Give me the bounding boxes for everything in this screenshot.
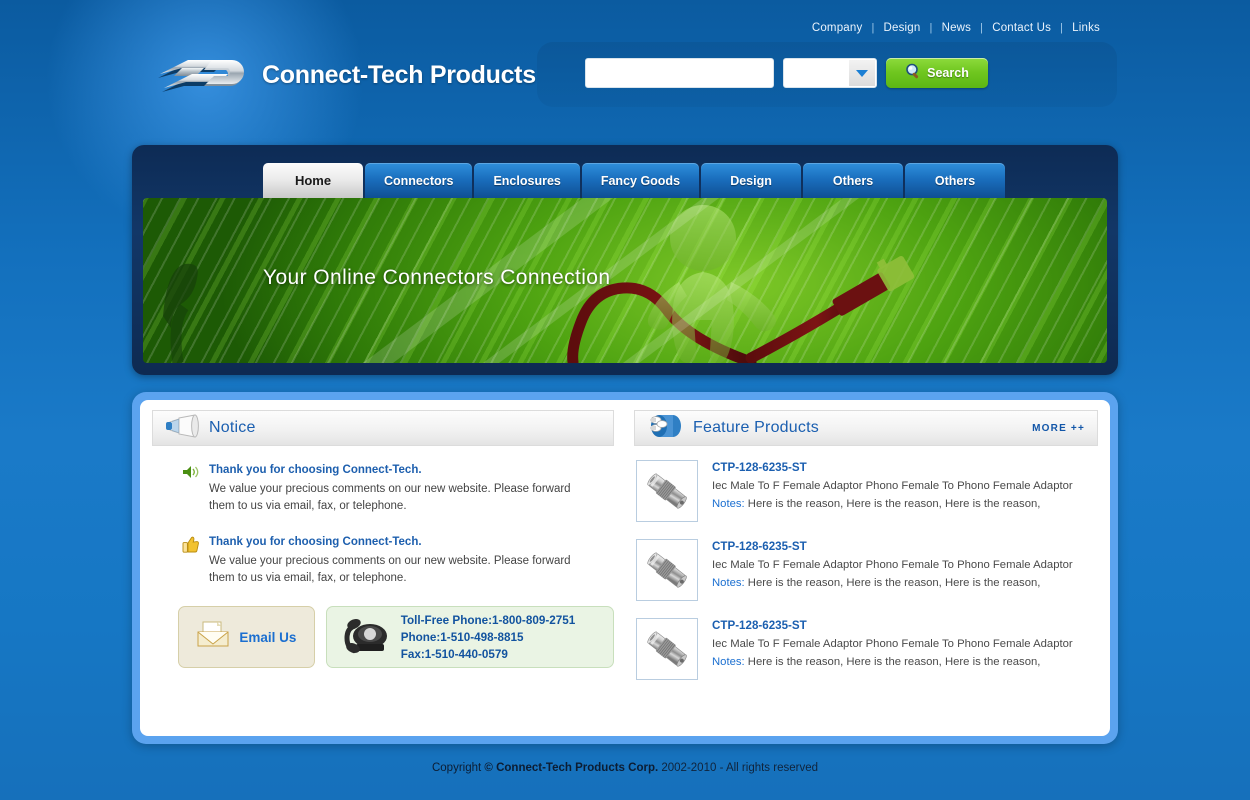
- product-info: CTP-128-6235-ST Iec Male To F Female Adap…: [712, 460, 1073, 522]
- product-info: CTP-128-6235-ST Iec Male To F Female Adap…: [712, 539, 1073, 601]
- envelope-icon: [196, 621, 230, 653]
- notice-panel-title: Notice: [209, 419, 256, 436]
- product-description: Iec Male To F Female Adaptor Phono Femal…: [712, 638, 1073, 650]
- product-name[interactable]: CTP-128-6235-ST: [712, 619, 1073, 632]
- top-nav: Company | Design | News | Contact Us | Links: [812, 22, 1100, 34]
- product-notes-label: Notes:: [712, 498, 748, 510]
- product-notes-label: Notes:: [712, 656, 748, 668]
- banner-title: Your Online Connectors Connection: [263, 266, 611, 289]
- contact-row: Email Us Toll-Free Phone:1-800-809-2751 …: [152, 606, 614, 668]
- product-info: CTP-128-6235-ST Iec Male To F Female Adap…: [712, 618, 1073, 680]
- main-nav-tabs: Home Connectors Enclosures Fancy Goods Desig…: [263, 163, 1006, 198]
- notice-panel-header: Notice: [152, 410, 614, 446]
- search-panel: Search: [537, 42, 1117, 107]
- content-panel: Notice Thank you for choosing Connect-Te…: [132, 392, 1118, 744]
- footer-years: 2002-2010 - All rights reserved: [661, 762, 818, 774]
- tab-enclosures[interactable]: Enclosures: [474, 163, 580, 198]
- product-list: CTP-128-6235-ST Iec Male To F Female Adap…: [634, 460, 1098, 680]
- nav-banner-panel: Home Connectors Enclosures Fancy Goods Desig…: [132, 145, 1118, 375]
- product-description: Iec Male To F Female Adaptor Phono Femal…: [712, 559, 1073, 571]
- feature-panel-title: Feature Products: [693, 419, 819, 436]
- fax-number: Fax:1-510-440-0579: [400, 647, 508, 661]
- toll-free-phone: Toll-Free Phone:1-800-809-2751: [400, 613, 576, 627]
- notice-list: Thank you for choosing Connect-Tech. We v…: [152, 462, 614, 587]
- logo-text: Connect-Tech Products: [262, 60, 536, 89]
- product-notes: Notes: Here is the reason, Here is the r…: [712, 577, 1041, 589]
- phone-info-box: Toll-Free Phone:1-800-809-2751 Phone:1-5…: [325, 606, 614, 668]
- top-nav-separator: |: [1060, 22, 1064, 34]
- site-header: Connect-Tech Products Search: [132, 40, 1118, 140]
- top-nav-link-contact-us[interactable]: Contact Us: [992, 22, 1051, 34]
- top-nav-separator: |: [980, 22, 984, 34]
- product-name[interactable]: CTP-128-6235-ST: [712, 461, 1073, 474]
- chevron-down-icon[interactable]: [849, 60, 875, 86]
- email-us-button[interactable]: Email Us: [178, 606, 315, 668]
- copyright-symbol: ©: [484, 762, 493, 774]
- hero-banner: Your Online Connectors Connection: [143, 198, 1107, 363]
- coaxial-adaptor-thumbnail[interactable]: [636, 460, 698, 522]
- megaphone-icon: [165, 413, 199, 443]
- connectors-bundle-icon: [647, 413, 683, 444]
- notice-body: Thank you for choosing Connect-Tech. We v…: [209, 462, 587, 515]
- notice-column: Notice Thank you for choosing Connect-Te…: [152, 410, 624, 726]
- product-description: Iec Male To F Female Adaptor Phono Femal…: [712, 480, 1073, 492]
- feature-panel-header: Feature Products MORE ++: [634, 410, 1098, 446]
- tab-design[interactable]: Design: [701, 163, 802, 198]
- telephone-icon: [339, 614, 391, 661]
- tab-fancy-goods[interactable]: Fancy Goods: [581, 163, 700, 198]
- coaxial-adaptor-thumbnail[interactable]: [636, 618, 698, 680]
- more-link[interactable]: MORE ++: [1032, 423, 1085, 434]
- notice-item: Thank you for choosing Connect-Tech. We v…: [152, 462, 614, 515]
- phone-number: Phone:1-510-498-8815: [400, 630, 524, 644]
- notice-text: We value your precious comments on our n…: [209, 483, 571, 512]
- top-nav-link-company[interactable]: Company: [812, 22, 863, 34]
- feature-products-column: Feature Products MORE ++ CTP-128-6235-ST…: [624, 410, 1098, 726]
- top-nav-separator: |: [929, 22, 933, 34]
- top-nav-link-design[interactable]: Design: [884, 22, 921, 34]
- tab-home[interactable]: Home: [263, 163, 363, 198]
- notice-text: We value your precious comments on our n…: [209, 555, 571, 584]
- search-input[interactable]: [585, 58, 774, 88]
- email-us-label: Email Us: [239, 629, 297, 645]
- product-notes-label: Notes:: [712, 577, 748, 589]
- logo[interactable]: Connect-Tech Products: [152, 48, 536, 102]
- footer-company: Connect-Tech Products Corp.: [496, 762, 659, 774]
- coaxial-adaptor-thumbnail[interactable]: [636, 539, 698, 601]
- tab-others-2[interactable]: Others: [905, 163, 1006, 198]
- product-item: CTP-128-6235-ST Iec Male To F Female Adap…: [634, 618, 1098, 680]
- tab-connectors[interactable]: Connectors: [365, 163, 473, 198]
- product-item: CTP-128-6235-ST Iec Male To F Female Adap…: [634, 539, 1098, 601]
- notice-item: Thank you for choosing Connect-Tech. We v…: [152, 534, 614, 587]
- copyright-prefix: Copyright: [431, 762, 482, 774]
- search-button-label: Search: [927, 66, 969, 80]
- notice-title: Thank you for choosing Connect-Tech.: [209, 464, 422, 476]
- connect-tech-logo-icon: [152, 48, 248, 102]
- product-name[interactable]: CTP-128-6235-ST: [712, 540, 1073, 553]
- search-category-select[interactable]: [783, 58, 877, 88]
- top-nav-link-news[interactable]: News: [942, 22, 972, 34]
- product-item: CTP-128-6235-ST Iec Male To F Female Adap…: [634, 460, 1098, 522]
- search-button[interactable]: Search: [886, 58, 988, 88]
- product-notes: Notes: Here is the reason, Here is the r…: [712, 498, 1041, 510]
- magnifier-icon: [905, 63, 922, 83]
- product-notes: Notes: Here is the reason, Here is the r…: [712, 656, 1041, 668]
- thumbs-up-icon: [182, 536, 200, 554]
- speaker-icon: [182, 464, 200, 482]
- notice-title: Thank you for choosing Connect-Tech.: [209, 536, 422, 548]
- notice-body: Thank you for choosing Connect-Tech. We v…: [209, 534, 587, 587]
- top-nav-separator: |: [871, 22, 875, 34]
- footer: Copyright © Connect-Tech Products Corp. …: [0, 762, 1250, 774]
- top-nav-link-links[interactable]: Links: [1072, 22, 1100, 34]
- tab-others[interactable]: Others: [803, 163, 904, 198]
